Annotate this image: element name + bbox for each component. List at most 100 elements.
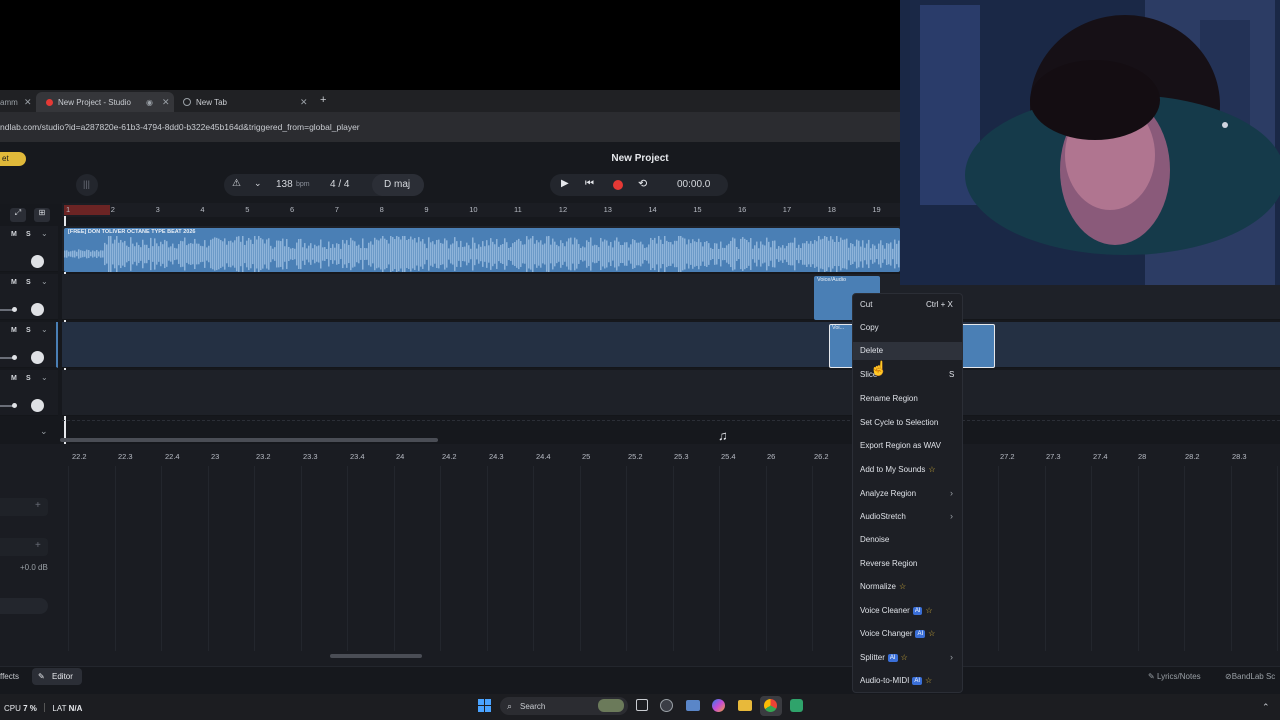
chevron-down-icon[interactable]: ⌄ <box>41 229 48 238</box>
horizontal-scrollbar[interactable] <box>60 438 438 442</box>
mute-button[interactable]: M <box>11 327 17 334</box>
editor-grid-line <box>533 466 534 651</box>
menu-item-voice-changer[interactable]: Voice Changer AI ☆ <box>860 629 935 638</box>
solo-button[interactable]: S <box>26 279 31 286</box>
mute-tab-icon[interactable]: ◉ <box>146 98 153 107</box>
editor-ruler-tick: 28 <box>1138 452 1147 461</box>
editor-grid-line <box>440 466 441 651</box>
close-icon[interactable]: ✕ <box>24 97 32 108</box>
menu-item-add-to-my-sounds[interactable]: Add to My Sounds ☆ <box>860 465 936 474</box>
chevron-down-icon[interactable]: ⌄ <box>254 178 262 189</box>
chevron-down-icon[interactable]: ⌄ <box>41 325 48 334</box>
new-tab-plus-icon[interactable]: + <box>320 94 326 106</box>
mute-button[interactable]: M <box>11 279 17 286</box>
app-icon-3[interactable] <box>790 699 803 712</box>
menu-item-audiostretch[interactable]: AudioStretch <box>860 512 906 521</box>
tab-new-tab[interactable]: New Tab ✕ <box>183 92 313 112</box>
solo-button[interactable]: S <box>26 375 31 382</box>
ai-badge: AI <box>887 654 898 662</box>
grid-icon[interactable]: ⊞ <box>34 208 50 222</box>
app-icon-2[interactable] <box>686 700 700 711</box>
ruler-tick: 8 <box>379 205 384 214</box>
cpu-value: 7 % <box>23 704 37 713</box>
collapse-chevron-icon[interactable]: ⌄ <box>40 426 48 437</box>
metronome-icon[interactable]: ⚠ <box>232 178 241 189</box>
loop-icon[interactable]: ⟲ <box>638 177 647 190</box>
menu-item-reverse-region[interactable]: Reverse Region <box>860 559 917 568</box>
editor-tab-label: Editor <box>52 672 73 681</box>
key-value[interactable]: D maj <box>384 179 410 190</box>
plus-icon[interactable]: + <box>35 540 41 551</box>
menu-item-set-cycle-to-selection[interactable]: Set Cycle to Selection <box>860 418 938 427</box>
upgrade-badge[interactable]: et <box>0 152 26 166</box>
chevron-right-icon: › <box>950 488 953 498</box>
rewind-icon[interactable]: ⏮ <box>585 178 594 189</box>
menu-item-label: Voice Changer <box>860 629 913 638</box>
chevron-up-icon[interactable]: ⌃ <box>1262 702 1270 713</box>
gain-value[interactable]: +0.0 dB <box>20 563 48 572</box>
plus-icon[interactable]: + <box>35 500 41 511</box>
app-icon-1[interactable] <box>660 699 673 712</box>
tab-1[interactable]: amm ✕ <box>0 92 32 112</box>
editor-side-slider[interactable] <box>0 598 48 614</box>
pan-fader-handle[interactable] <box>12 355 17 360</box>
editor-grid-line <box>115 466 116 651</box>
volume-knob[interactable] <box>31 303 44 316</box>
url-text[interactable]: ndlab.com/studio?id=a287820e-61b3-4794-8… <box>0 122 360 132</box>
volume-knob[interactable] <box>31 399 44 412</box>
copilot-icon[interactable] <box>712 699 725 712</box>
timeline-ruler[interactable] <box>62 203 900 217</box>
editor-ruler-tick: 22.4 <box>165 452 180 461</box>
windows-start-icon[interactable] <box>478 699 491 712</box>
cycle-region[interactable] <box>64 205 110 215</box>
pan-fader-handle[interactable] <box>12 307 17 312</box>
tab-new-project[interactable]: New Project - Studio ◉ ✕ <box>46 92 174 112</box>
menu-item-audio-to-midi[interactable]: Audio-to-MIDI AI ☆ <box>860 676 932 685</box>
task-view-icon[interactable] <box>636 699 648 711</box>
editor-side-control-2[interactable]: + <box>0 538 48 556</box>
mixer-button[interactable]: ||| <box>76 174 98 196</box>
mute-button[interactable]: M <box>11 375 17 382</box>
tab-label: New Tab <box>196 97 227 107</box>
solo-button[interactable]: S <box>26 231 31 238</box>
menu-item-normalize[interactable]: Normalize ☆ <box>860 582 906 591</box>
menu-item-denoise[interactable]: Denoise <box>860 535 889 544</box>
solo-button[interactable]: S <box>26 327 31 334</box>
track-lane-4[interactable] <box>62 370 1280 416</box>
ruler-tick: 18 <box>827 205 836 214</box>
volume-knob[interactable] <box>31 351 44 364</box>
menu-item-export-region-as-wav[interactable]: Export Region as WAV <box>860 441 941 450</box>
tempo-value[interactable]: 138 <box>276 179 293 190</box>
editor-side-control-1[interactable]: + <box>0 498 48 516</box>
editor-scrollbar[interactable] <box>330 654 422 658</box>
chevron-down-icon[interactable]: ⌄ <box>41 373 48 382</box>
menu-item-delete[interactable]: Delete <box>860 346 883 355</box>
time-signature[interactable]: 4 / 4 <box>330 179 349 190</box>
bandlab-sounds-button[interactable]: ⊘BandLab Sc <box>1225 672 1275 681</box>
menu-item-splitter[interactable]: Splitter AI ☆ <box>860 653 908 662</box>
menu-item-analyze-region[interactable]: Analyze Region <box>860 489 916 498</box>
project-title[interactable]: New Project <box>560 153 720 164</box>
mute-button[interactable]: M <box>11 231 17 238</box>
editor-ruler-tick: 26 <box>767 452 776 461</box>
menu-item-copy[interactable]: Copy <box>860 323 879 332</box>
close-icon[interactable]: ✕ <box>162 97 170 108</box>
volume-knob[interactable] <box>31 255 44 268</box>
menu-item-cut[interactable]: Cut <box>860 300 872 309</box>
effects-tab[interactable]: ffects <box>0 672 19 681</box>
menu-item-voice-cleaner[interactable]: Voice Cleaner AI ☆ <box>860 606 933 615</box>
file-explorer-icon[interactable] <box>738 700 752 711</box>
chevron-down-icon[interactable]: ⌄ <box>41 277 48 286</box>
record-icon[interactable] <box>613 180 623 190</box>
chrome-icon[interactable] <box>764 699 777 712</box>
menu-item-rename-region[interactable]: Rename Region <box>860 394 918 403</box>
lyrics-notes-button[interactable]: ✎ Lyrics/Notes <box>1148 672 1201 681</box>
automation-icon[interactable]: ⤢ <box>10 208 26 222</box>
close-icon[interactable]: ✕ <box>300 97 308 108</box>
bandlab-label: BandLab Sc <box>1231 672 1276 681</box>
tab-label: New Project - Studio <box>58 97 131 107</box>
pan-fader-handle[interactable] <box>12 403 17 408</box>
track-lane-3[interactable] <box>62 322 1280 368</box>
editor-grid-line <box>301 466 302 651</box>
play-icon[interactable]: ▶ <box>561 178 569 189</box>
